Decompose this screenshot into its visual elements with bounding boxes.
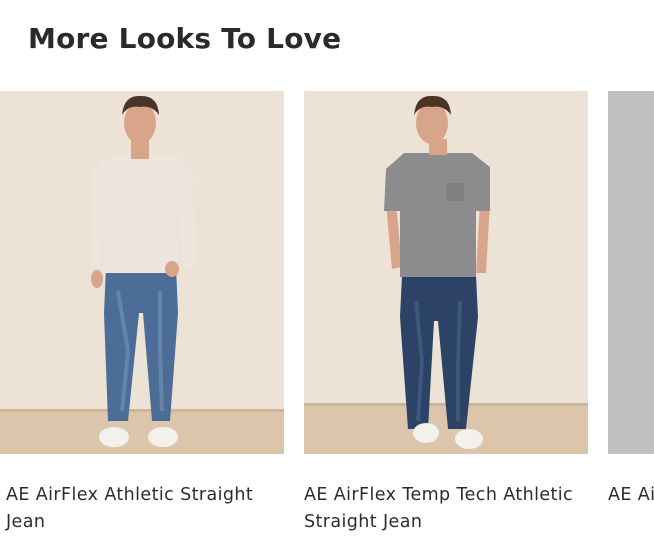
product-image[interactable] — [0, 91, 284, 454]
sneaker — [413, 423, 439, 443]
section-title: More Looks To Love — [28, 22, 342, 55]
product-name[interactable]: AE AirFlex Athletic Straight Jean — [0, 482, 284, 536]
more-looks-section: More Looks To Love AE AirFlex Athletic S… — [0, 0, 654, 548]
sneaker — [455, 429, 483, 449]
product-image[interactable] — [304, 91, 588, 454]
product-card[interactable]: AE AirFlex Temp Tech Athletic Straight J… — [304, 91, 588, 536]
shirt-pocket — [446, 183, 464, 201]
product-carousel[interactable]: AE AirFlex Athletic Straight Jean AE Air… — [0, 91, 654, 548]
sneaker — [148, 427, 178, 447]
product-name[interactable]: AE AirFlex Temp Tech Athletic Straight J… — [608, 482, 654, 509]
product-card[interactable]: AE AirFlex Temp Tech Athletic Straight J… — [608, 91, 654, 509]
product-card[interactable]: AE AirFlex Athletic Straight Jean — [0, 91, 284, 536]
photo-floor — [0, 409, 284, 454]
sneaker — [99, 427, 129, 447]
model-photo — [0, 91, 284, 454]
photo-floor — [304, 403, 588, 454]
product-name[interactable]: AE AirFlex Temp Tech Athletic Straight J… — [304, 482, 588, 536]
product-image[interactable] — [608, 91, 654, 454]
model-photo — [304, 91, 588, 454]
